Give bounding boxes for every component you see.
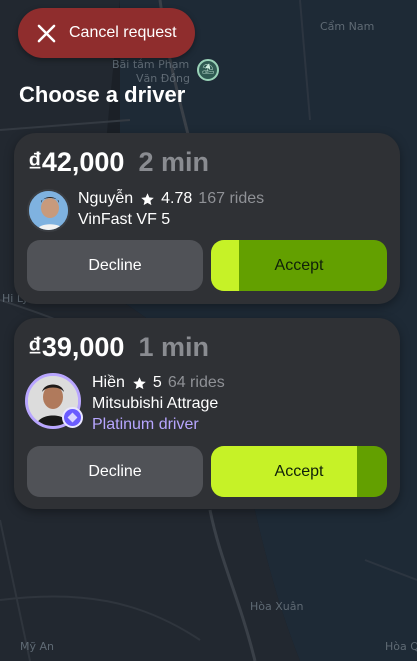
accept-label: Accept	[274, 462, 324, 480]
map-label: Mỹ An	[20, 640, 54, 653]
driver-tier: Platinum driver	[92, 416, 199, 433]
map-label: Hòa Quý	[385, 640, 417, 653]
driver-rides: 64 rides	[167, 374, 225, 391]
star-icon	[133, 376, 146, 389]
decline-button[interactable]: Decline	[27, 240, 203, 291]
cancel-request-button[interactable]: Cancel request	[18, 8, 195, 58]
platinum-badge-icon	[62, 407, 83, 428]
driver-info: Nguyễn 4.78 167 rides VinFast VF 5	[78, 190, 264, 229]
driver-car: Mitsubishi Attrage	[92, 395, 219, 412]
driver-info: Hiền 5 64 rides Mitsubishi Attrage Plati…	[92, 374, 225, 434]
driver-name: Hiền	[92, 374, 125, 391]
accept-timer-fill	[211, 240, 240, 291]
accept-label: Accept	[274, 256, 324, 274]
cancel-request-label: Cancel request	[69, 24, 177, 41]
driver-name: Nguyễn	[78, 190, 134, 207]
offer-price: ₫39,000	[28, 332, 125, 362]
accept-button[interactable]: Accept	[211, 240, 387, 291]
map-label: Bãi tắm Phạm	[112, 58, 190, 71]
offer-eta: 2 min	[138, 147, 209, 177]
poi-beach-icon[interactable]: ⛱	[197, 59, 219, 81]
driver-rating: 4.78	[161, 190, 193, 207]
driver-rating: 5	[152, 374, 162, 391]
driver-car: VinFast VF 5	[78, 211, 171, 228]
offer-eta: 1 min	[138, 332, 209, 362]
offer-price: ₫42,000	[28, 147, 125, 177]
close-icon	[37, 24, 56, 42]
driver-offer-card: ₫39,000 1 min Hiền 5 64 rides Mitsubishi…	[14, 318, 400, 509]
driver-rides: 167 rides	[198, 190, 265, 207]
driver-avatar	[27, 189, 70, 232]
driver-offer-card: ₫42,000 2 min Nguyễn 4.78 167 rides VinF…	[14, 133, 400, 304]
decline-button[interactable]: Decline	[27, 446, 203, 497]
page-title: Choose a driver	[19, 82, 186, 107]
accept-button[interactable]: Accept	[211, 446, 387, 497]
map-label: Hòa Xuân	[250, 600, 304, 613]
star-icon	[141, 192, 154, 205]
map-label: Cẩm Nam	[320, 20, 375, 33]
